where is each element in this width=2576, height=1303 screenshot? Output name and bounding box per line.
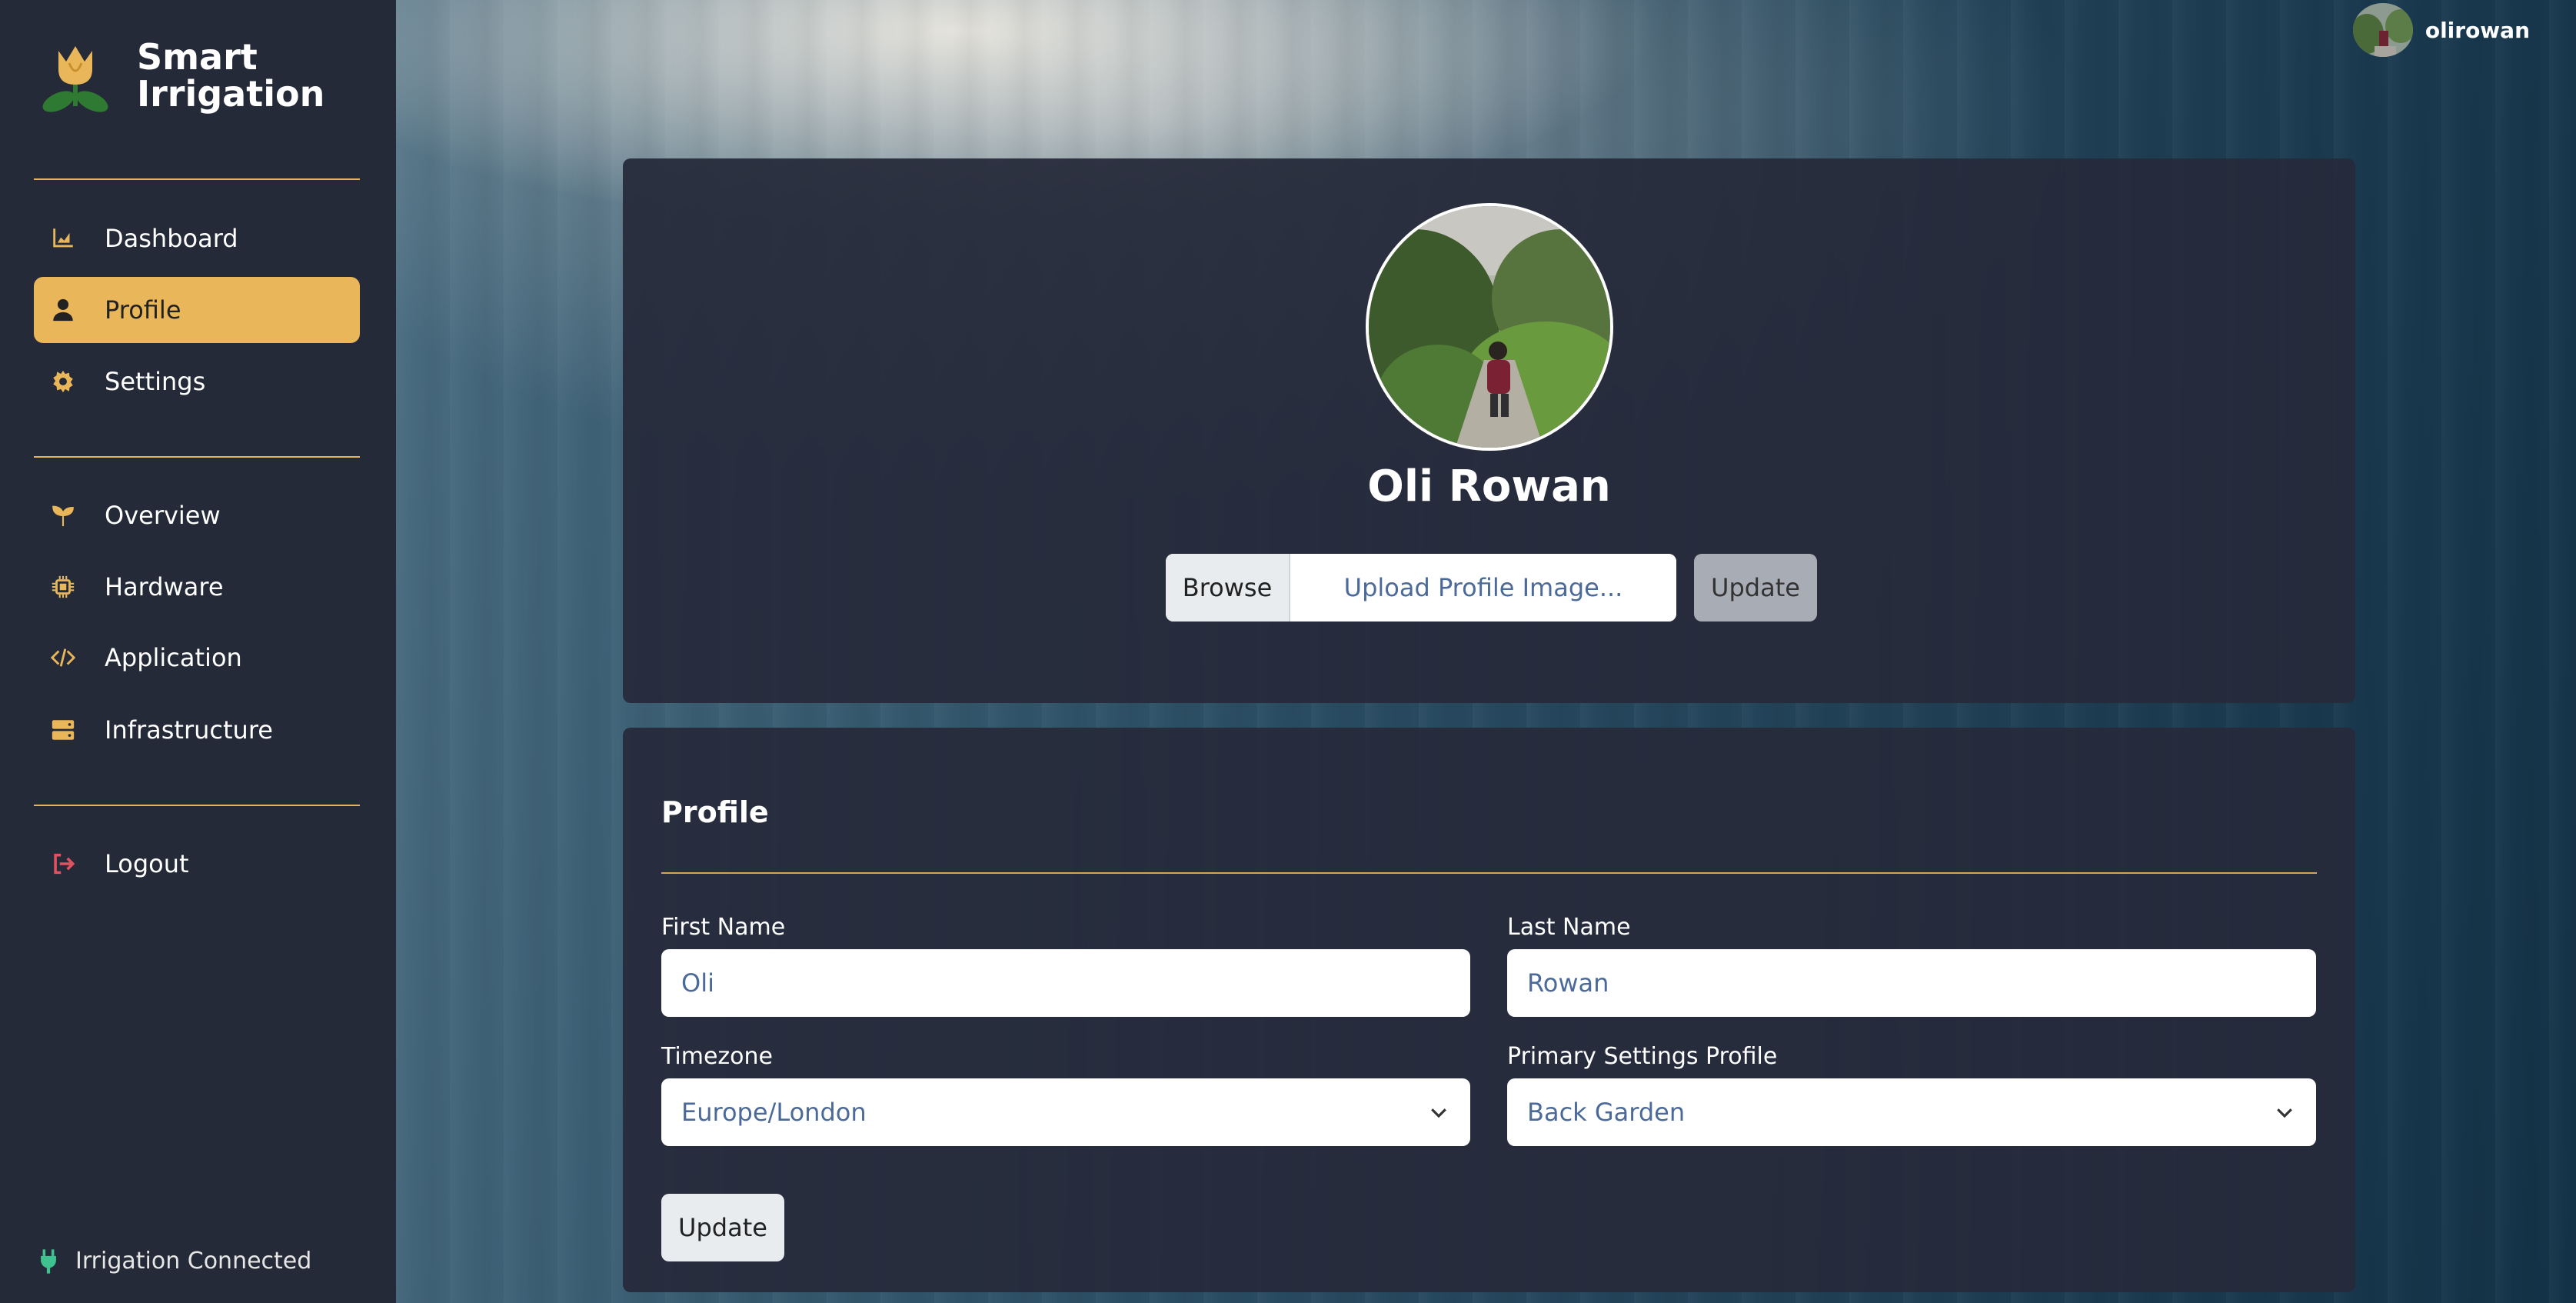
code-icon — [49, 644, 77, 671]
connection-status: Irrigation Connected — [38, 1248, 311, 1275]
timezone-select[interactable]: Europe/London — [661, 1078, 1470, 1146]
gear-icon — [49, 368, 77, 395]
timezone-value: Europe/London — [681, 1098, 867, 1127]
sidebar-item-label: Application — [105, 643, 242, 672]
last-name-label: Last Name — [1507, 914, 1631, 941]
sidebar-item-label: Hardware — [105, 572, 224, 602]
sidebar-item-label: Settings — [105, 367, 206, 396]
first-name-field[interactable] — [661, 949, 1470, 1017]
seedling-icon — [49, 502, 77, 529]
sidebar-item-dashboard[interactable]: Dashboard — [34, 205, 360, 272]
brand[interactable]: Smart Irrigation — [38, 35, 368, 115]
chart-area-icon — [49, 225, 77, 252]
sidebar-item-label: Overview — [105, 501, 221, 530]
settings-profile-select[interactable]: Back Garden — [1507, 1078, 2316, 1146]
app-name: Smart Irrigation — [137, 36, 325, 115]
plug-icon — [41, 1248, 56, 1274]
upload-profile-image-input[interactable] — [1290, 554, 1676, 622]
section-title: Profile — [661, 795, 769, 829]
sidebar-item-settings[interactable]: Settings — [34, 348, 360, 415]
profile-full-name: Oli Rowan — [1367, 462, 1611, 512]
settings-profile-label: Primary Settings Profile — [1507, 1043, 1778, 1070]
username: olirowan — [2425, 17, 2530, 43]
sidebar-item-label: Dashboard — [105, 224, 238, 253]
sidebar-item-hardware[interactable]: Hardware — [34, 554, 360, 620]
logout-button[interactable]: Logout — [34, 831, 360, 897]
chevron-down-icon — [1431, 1108, 1446, 1118]
first-name-input[interactable] — [681, 968, 1470, 998]
logout-label: Logout — [105, 849, 189, 878]
profile-image-upload: Browse — [1166, 554, 1676, 622]
chevron-down-icon — [2277, 1108, 2292, 1118]
sidebar-divider — [34, 456, 360, 458]
sidebar-divider — [34, 178, 360, 180]
sidebar-divider — [34, 805, 360, 806]
sidebar-item-application[interactable]: Application — [34, 625, 360, 691]
sidebar-item-infrastructure[interactable]: Infrastructure — [34, 697, 360, 763]
logout-icon — [49, 850, 77, 878]
sidebar-item-overview[interactable]: Overview — [34, 482, 360, 548]
microchip-icon — [49, 573, 77, 601]
sidebar-item-label: Infrastructure — [105, 715, 273, 745]
avatar — [2352, 3, 2413, 57]
profile-photo — [1366, 203, 1613, 451]
tulip-logo-icon — [42, 46, 108, 112]
browse-button[interactable]: Browse — [1166, 554, 1290, 622]
profile-form-card: Profile First Name Last Name Timezone Eu… — [623, 728, 2355, 1292]
last-name-field[interactable] — [1507, 949, 2316, 1017]
profile-image-card: Oli Rowan Browse Update — [623, 158, 2355, 703]
sidebar-item-profile[interactable]: Profile — [34, 277, 360, 343]
update-image-button[interactable]: Update — [1694, 554, 1817, 622]
timezone-label: Timezone — [661, 1043, 773, 1070]
connection-status-label: Irrigation Connected — [75, 1248, 312, 1275]
user-icon — [49, 296, 77, 324]
user-menu[interactable]: olirowan — [2352, 3, 2530, 57]
last-name-input[interactable] — [1527, 968, 2316, 998]
sidebar: Smart Irrigation Dashboard Profile Setti… — [0, 0, 396, 1303]
update-profile-button[interactable]: Update — [661, 1194, 784, 1261]
section-divider — [661, 872, 2317, 874]
first-name-label: First Name — [661, 914, 786, 941]
settings-profile-value: Back Garden — [1527, 1098, 1686, 1127]
server-icon — [49, 716, 77, 744]
sidebar-item-label: Profile — [105, 295, 181, 325]
